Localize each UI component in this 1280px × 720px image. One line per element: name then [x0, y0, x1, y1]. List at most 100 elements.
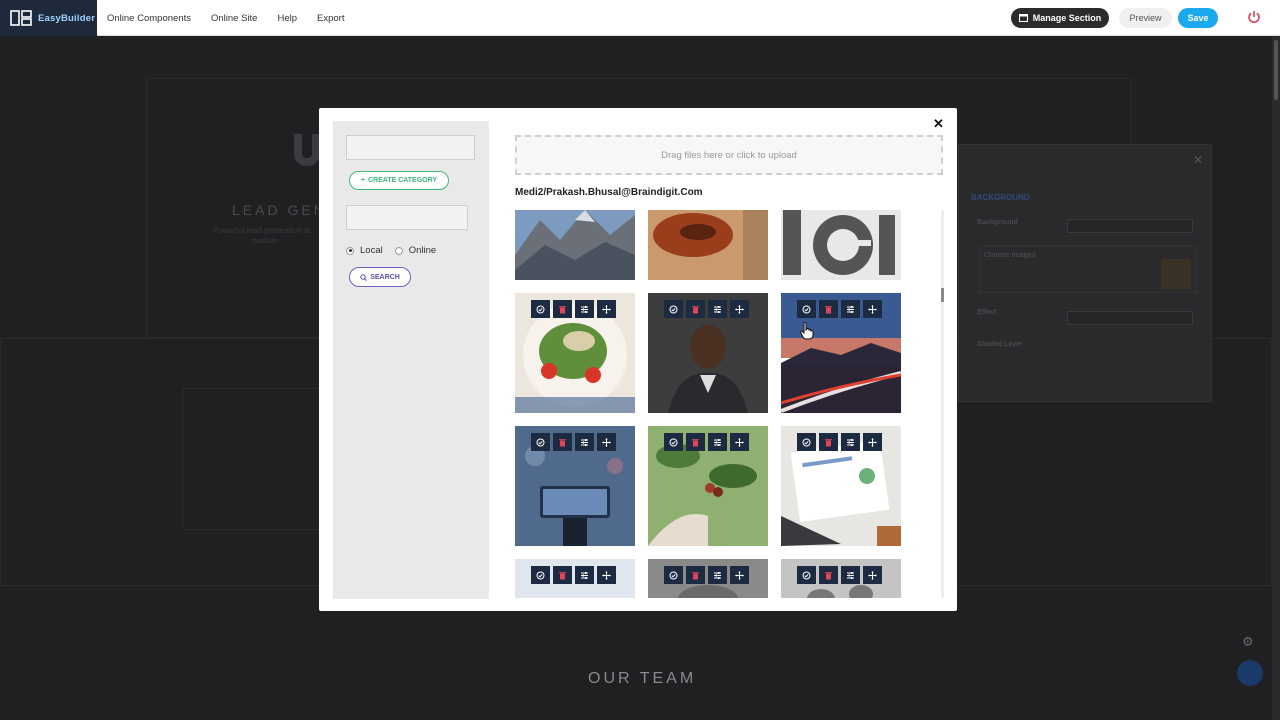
check-icon[interactable]: [664, 433, 683, 451]
app-name: EasyBuilder: [38, 12, 96, 24]
trash-icon[interactable]: [553, 566, 572, 584]
bg-logo-u-icon: [294, 134, 320, 166]
tile-toolbar: [664, 566, 749, 584]
move-icon[interactable]: [597, 566, 616, 584]
create-category-button[interactable]: + CREATE CATEGORY: [349, 171, 449, 190]
logo[interactable]: EasyBuilder: [0, 0, 97, 36]
move-icon[interactable]: [597, 433, 616, 451]
sliders-icon[interactable]: [841, 566, 860, 584]
sliders-icon[interactable]: [708, 566, 727, 584]
tile-toolbar: [531, 433, 616, 451]
tile-toolbar: [797, 433, 882, 451]
check-icon[interactable]: [531, 300, 550, 318]
bg-panel-row-background: Background: [977, 219, 1018, 226]
media-library-modal: ✕ + CREATE CATEGORY Local Online SEARCH …: [319, 108, 957, 611]
hand-cursor-icon: [800, 322, 814, 340]
check-icon[interactable]: [664, 566, 683, 584]
preview-button[interactable]: Preview: [1119, 8, 1172, 28]
category-name-input[interactable]: [346, 135, 475, 160]
tile-toolbar: [664, 433, 749, 451]
easybuilder-logo-icon: [10, 10, 32, 26]
image-tile-mountains[interactable]: [515, 210, 635, 280]
nav-online-site[interactable]: Online Site: [211, 13, 257, 24]
move-icon[interactable]: [863, 566, 882, 584]
search-icon: [360, 273, 368, 281]
check-icon[interactable]: [797, 300, 816, 318]
top-bar: EasyBuilder Online Components Online Sit…: [0, 0, 1280, 36]
check-icon[interactable]: [664, 300, 683, 318]
bg-panel-row-shaded: Shaded Layer: [977, 341, 1023, 348]
check-icon[interactable]: [797, 433, 816, 451]
sliders-icon[interactable]: [575, 566, 594, 584]
nav-export[interactable]: Export: [317, 13, 344, 24]
sliders-icon[interactable]: [575, 300, 594, 318]
nav-online-components[interactable]: Online Components: [107, 13, 191, 24]
trash-icon[interactable]: [686, 300, 705, 318]
bg-panel-select-effect: [1067, 311, 1193, 325]
sliders-icon[interactable]: [841, 433, 860, 451]
folder-path: Medi2/Prakash.Bhusal@Braindigit.Com: [515, 187, 703, 198]
trash-icon[interactable]: [553, 433, 572, 451]
bg-panel-select-background: [1067, 219, 1193, 233]
move-icon[interactable]: [730, 300, 749, 318]
check-icon[interactable]: [797, 566, 816, 584]
close-icon[interactable]: ✕: [933, 116, 944, 132]
manage-section-button[interactable]: Manage Section: [1011, 8, 1109, 28]
gear-icon: ⚙: [1242, 634, 1254, 649]
image-tile-lettering[interactable]: [781, 210, 901, 280]
check-icon[interactable]: [531, 566, 550, 584]
search-button[interactable]: SEARCH: [349, 267, 411, 287]
move-icon[interactable]: [863, 433, 882, 451]
bg-panel-row-choose: Choose Images: [984, 252, 1036, 259]
tile-toolbar: [531, 566, 616, 584]
save-button[interactable]: Save: [1178, 8, 1218, 28]
plus-icon: +: [360, 177, 365, 184]
power-icon[interactable]: [1246, 9, 1262, 25]
sliders-icon[interactable]: [708, 433, 727, 451]
radio-online[interactable]: [394, 246, 403, 255]
bg-panel-close-icon: ✕: [1193, 153, 1204, 167]
mountains-image: [515, 210, 635, 280]
chat-widget-icon: [1237, 660, 1263, 686]
bg-panel-thumb: [1161, 259, 1191, 289]
move-icon[interactable]: [597, 300, 616, 318]
bg-settings-panel: ✕ BACKGROUND Background Choose Images Ef…: [958, 144, 1212, 402]
radio-local[interactable]: [346, 246, 354, 255]
main-nav: Online Components Online Site Help Expor…: [107, 0, 344, 36]
source-radio-group: Local Online: [346, 245, 436, 256]
image-tile-shoes[interactable]: [648, 210, 768, 280]
move-icon[interactable]: [863, 300, 882, 318]
nav-help[interactable]: Help: [277, 13, 297, 24]
image-grid: [515, 210, 945, 598]
page-scrollbar[interactable]: [1272, 36, 1280, 720]
trash-icon[interactable]: [819, 566, 838, 584]
window-icon: [1018, 14, 1028, 22]
sliders-icon[interactable]: [708, 300, 727, 318]
bg-card: [182, 388, 322, 530]
sliders-icon[interactable]: [575, 433, 594, 451]
grid-scrollbar-thumb[interactable]: [941, 288, 944, 302]
move-icon[interactable]: [730, 566, 749, 584]
leather-shoes-image: [648, 210, 768, 280]
trash-icon[interactable]: [686, 566, 705, 584]
move-icon[interactable]: [730, 433, 749, 451]
create-category-label: CREATE CATEGORY: [367, 177, 438, 184]
bg-team-title: OUR TEAM: [588, 670, 697, 687]
tile-toolbar: [664, 300, 749, 318]
bg-lead-subtitle: Powerful lead generation st... custom: [213, 226, 317, 245]
bg-panel-title: BACKGROUND: [971, 193, 1030, 202]
grid-scrollbar[interactable]: [941, 210, 944, 598]
trash-icon[interactable]: [553, 300, 572, 318]
page-scrollbar-thumb[interactable]: [1274, 40, 1278, 100]
sliders-icon[interactable]: [841, 300, 860, 318]
tile-toolbar: [797, 566, 882, 584]
trash-icon[interactable]: [819, 433, 838, 451]
manage-section-label: Manage Section: [1032, 13, 1102, 23]
check-icon[interactable]: [531, 433, 550, 451]
trash-icon[interactable]: [686, 433, 705, 451]
search-label: SEARCH: [370, 273, 400, 281]
upload-dropzone[interactable]: Drag files here or click to upload: [515, 135, 943, 175]
tile-toolbar: [797, 300, 882, 318]
search-input[interactable]: [346, 205, 468, 230]
trash-icon[interactable]: [819, 300, 838, 318]
